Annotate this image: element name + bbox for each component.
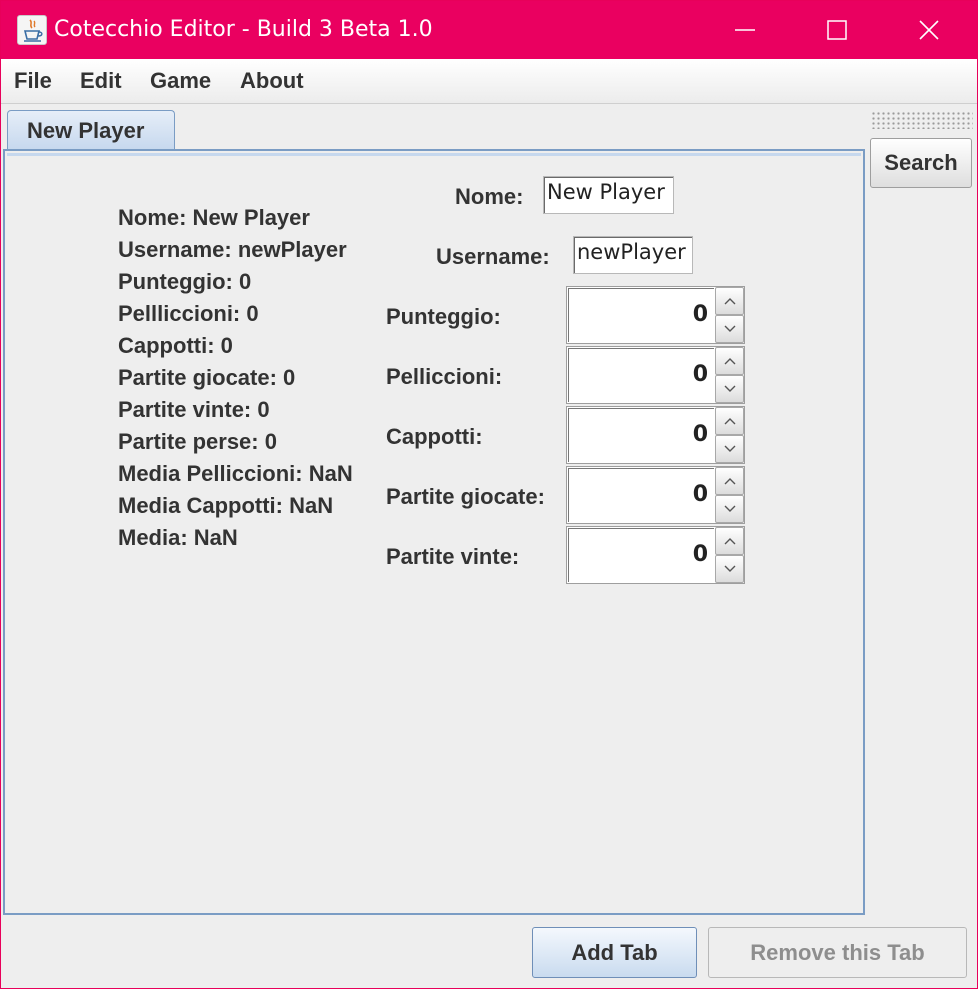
toolbar-grip[interactable] — [871, 111, 973, 129]
menu-edit[interactable]: Edit — [80, 68, 122, 94]
spinner-value[interactable]: 0 — [568, 528, 714, 582]
minimize-icon — [735, 29, 755, 31]
info-partite-vinte: Partite vinte: 0 — [118, 397, 270, 422]
cappotti-spinner: 0 — [566, 406, 745, 464]
pelliccioni-spinner: 0 — [566, 346, 745, 404]
spinner-up-button[interactable] — [715, 527, 744, 555]
menu-bar: File Edit Game About — [1, 59, 977, 104]
chevron-down-icon — [724, 325, 736, 332]
partite-giocate-label: Partite giocate: — [386, 484, 545, 509]
minimize-button[interactable] — [699, 1, 791, 59]
spinner-down-button[interactable] — [715, 315, 744, 343]
maximize-icon — [827, 20, 847, 40]
info-username: Username: newPlayer — [118, 237, 347, 262]
spinner-value[interactable]: 0 — [568, 288, 714, 342]
tab-label: New Player — [27, 118, 145, 143]
java-cup-icon — [17, 15, 47, 45]
search-button[interactable]: Search — [870, 138, 972, 188]
nome-label: Nome: — [455, 184, 524, 209]
spinner-value[interactable]: 0 — [568, 408, 714, 462]
partite-giocate-spinner: 0 — [566, 466, 745, 524]
info-pelliccioni: Pellliccioni: 0 — [118, 301, 259, 326]
app-window: Cotecchio Editor - Build 3 Beta 1.0 File… — [0, 0, 978, 989]
info-partite-perse: Partite perse: 0 — [118, 429, 277, 454]
chevron-up-icon — [724, 298, 736, 305]
info-media-pelliccioni: Media Pelliccioni: NaN — [118, 461, 353, 486]
title-bar[interactable]: Cotecchio Editor - Build 3 Beta 1.0 — [1, 1, 977, 59]
cappotti-label: Cappotti: — [386, 424, 483, 449]
spinner-down-button[interactable] — [715, 375, 744, 403]
info-partite-giocate: Partite giocate: 0 — [118, 365, 296, 390]
partite-vinte-spinner: 0 — [566, 526, 745, 584]
username-field[interactable]: newPlayer — [573, 236, 693, 274]
chevron-up-icon — [724, 538, 736, 545]
close-icon — [919, 20, 939, 40]
spinner-down-button[interactable] — [715, 555, 744, 583]
add-tab-button[interactable]: Add Tab — [532, 927, 697, 978]
pelliccioni-label: Pelliccioni: — [386, 364, 503, 389]
chevron-down-icon — [724, 565, 736, 572]
spinner-up-button[interactable] — [715, 347, 744, 375]
partite-vinte-label: Partite vinte: — [386, 544, 520, 569]
chevron-up-icon — [724, 358, 736, 365]
info-media-cappotti: Media Cappotti: NaN — [118, 493, 334, 518]
spinner-up-button[interactable] — [715, 467, 744, 495]
maximize-button[interactable] — [791, 1, 883, 59]
remove-tab-button[interactable]: Remove this Tab — [708, 927, 967, 978]
tab-new-player[interactable]: New Player — [7, 110, 175, 150]
chevron-down-icon — [724, 385, 736, 392]
menu-file[interactable]: File — [14, 68, 52, 94]
info-punteggio: Punteggio: 0 — [118, 269, 252, 294]
close-button[interactable] — [883, 1, 975, 59]
username-label: Username: — [436, 244, 550, 269]
nome-field[interactable]: New Player — [543, 176, 674, 214]
spinner-down-button[interactable] — [715, 435, 744, 463]
spinner-up-button[interactable] — [715, 407, 744, 435]
chevron-up-icon — [724, 478, 736, 485]
punteggio-spinner: 0 — [566, 286, 745, 344]
window-title: Cotecchio Editor - Build 3 Beta 1.0 — [54, 17, 433, 42]
menu-game[interactable]: Game — [150, 68, 211, 94]
spinner-down-button[interactable] — [715, 495, 744, 523]
spinner-value[interactable]: 0 — [568, 468, 714, 522]
spinner-value[interactable]: 0 — [568, 348, 714, 402]
info-media: Media: NaN — [118, 525, 238, 550]
chevron-up-icon — [724, 418, 736, 425]
menu-about[interactable]: About — [240, 68, 304, 94]
spinner-up-button[interactable] — [715, 287, 744, 315]
info-nome: Nome: New Player — [118, 205, 310, 230]
punteggio-label: Punteggio: — [386, 304, 501, 329]
chevron-down-icon — [724, 505, 736, 512]
chevron-down-icon — [724, 445, 736, 452]
info-cappotti: Cappotti: 0 — [118, 333, 233, 358]
